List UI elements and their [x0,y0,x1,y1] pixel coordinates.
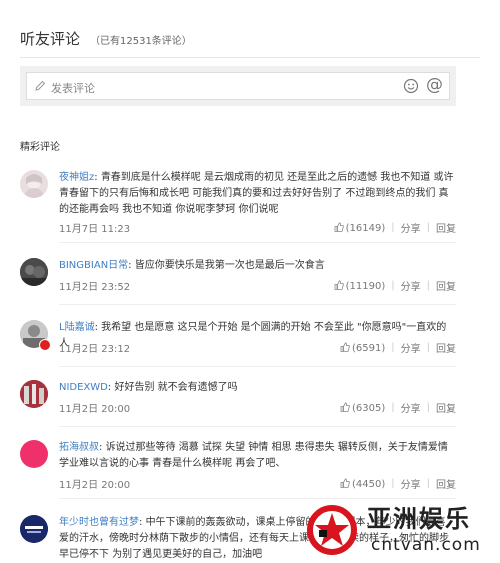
comment-actions: (16149) | 分享 | 回复 [334,220,456,235]
avatar[interactable] [20,380,48,408]
comment-username[interactable]: L陆嘉诚 [59,322,95,333]
comments-count: （已有12531条评论） [90,36,192,47]
brand-logo-icon [307,505,357,555]
comment-text: NIDEXWD: 好好告别 就不会有遗憾了吗 [59,382,238,393]
comment-actions: (4450) | 分享 | 回复 [340,476,456,491]
comment-input[interactable]: 发表评论 @ [26,72,450,100]
reply-button[interactable]: 回复 [436,278,456,293]
like-button[interactable]: (11190) [334,279,386,292]
thumbs-up-icon [334,221,344,232]
divider [59,242,456,243]
like-count: (11190) [345,280,386,292]
featured-comments-title: 精彩评论 [20,142,60,153]
watermark-url: cntvan.com [371,535,481,555]
comment-username[interactable]: 夜神姐z [59,172,94,183]
comment-body: 皆应你要快乐是我第一次也是最后一次食言 [134,260,325,271]
watermark: 亚洲娱乐 cntvan.com [305,497,500,563]
comment-body: 诉说过那些等待 渴慕 试探 失望 钟情 相思 患得患失 辗转反侧，关于友情爱情学… [59,442,448,469]
comments-title: 听友评论 [20,30,81,48]
share-button[interactable]: 分享 [401,340,421,355]
comment-input-placeholder: 发表评论 [51,82,95,95]
comment-body: 青春到底是什么模样呢 是云烟成雨的初见 还是至此之后的遗憾 我也不知道 或许青春… [59,172,454,215]
mention-icon[interactable]: @ [426,75,443,95]
share-button[interactable]: 分享 [401,476,421,491]
comment-username[interactable]: 年少时也曾有过梦 [59,517,139,528]
comment-item: 拓海叔叔: 诉说过那些等待 渴慕 试探 失望 钟情 相思 患得患失 辗转反侧，关… [20,440,456,499]
share-button[interactable]: 分享 [401,400,421,415]
comment-time: 11月2日 23:52 [59,282,131,293]
avatar[interactable] [20,170,48,198]
comments-header: 听友评论 （已有12531条评论） [20,28,480,58]
comment-time: 11月2日 20:00 [59,404,131,415]
like-count: (6305) [351,402,386,414]
emoji-icon[interactable] [403,78,419,94]
pencil-icon [35,80,46,91]
thumbs-up-icon [340,401,350,412]
comment-time: 11月2日 20:00 [59,480,131,491]
reply-button[interactable]: 回复 [436,400,456,415]
like-count: (4450) [351,478,386,490]
comment-actions: (6305) | 分享 | 回复 [340,400,456,415]
like-count: (6591) [351,342,386,354]
comment-text: BINGBIAN日常: 皆应你要快乐是我第一次也是最后一次食言 [59,260,325,271]
avatar[interactable] [20,440,48,468]
comment-username[interactable]: NIDEXWD [59,382,108,393]
comment-item: NIDEXWD: 好好告别 就不会有遗憾了吗 11月2日 20:00 (6305… [20,380,456,427]
comment-item: L陆嘉诚: 我希望 也是愿意 这只是个开始 是个圆满的开始 不会至此 "你愿意吗… [20,320,456,367]
comment-composer: 发表评论 @ [20,66,456,106]
like-button[interactable]: (6591) [340,341,386,354]
comment-item: 夜神姐z: 青春到底是什么模样呢 是云烟成雨的初见 还是至此之后的遗憾 我也不知… [20,170,456,243]
comment-text: 夜神姐z: 青春到底是什么模样呢 是云烟成雨的初见 还是至此之后的遗憾 我也不知… [59,172,454,215]
divider [59,426,456,427]
comment-username[interactable]: BINGBIAN日常 [59,260,128,271]
avatar[interactable] [20,320,51,351]
thumbs-up-icon [340,341,350,352]
comment-body: 好好告别 就不会有遗憾了吗 [114,382,238,393]
comment-actions: (11190) | 分享 | 回复 [334,278,456,293]
reply-button[interactable]: 回复 [436,340,456,355]
reply-button[interactable]: 回复 [436,220,456,235]
thumbs-up-icon [334,279,344,290]
comment-actions: (6591) | 分享 | 回复 [340,340,456,355]
divider [59,304,456,305]
like-button[interactable]: (6305) [340,401,386,414]
avatar[interactable] [20,258,48,286]
watermark-brand: 亚洲娱乐 [367,505,471,533]
comment-item: BINGBIAN日常: 皆应你要快乐是我第一次也是最后一次食言 11月2日 23… [20,258,456,305]
share-button[interactable]: 分享 [401,278,421,293]
comment-username[interactable]: 拓海叔叔 [59,442,99,453]
like-button[interactable]: (16149) [334,221,386,234]
avatar[interactable] [20,515,48,543]
comment-text: 拓海叔叔: 诉说过那些等待 渴慕 试探 失望 钟情 相思 患得患失 辗转反侧，关… [59,442,448,469]
comment-time: 11月7日 11:23 [59,224,131,235]
thumbs-up-icon [340,477,350,488]
like-count: (16149) [345,222,386,234]
reply-button[interactable]: 回复 [436,476,456,491]
share-button[interactable]: 分享 [401,220,421,235]
comment-time: 11月2日 23:12 [59,344,131,355]
like-button[interactable]: (4450) [340,477,386,490]
divider [59,366,456,367]
vip-badge-icon [39,339,51,351]
